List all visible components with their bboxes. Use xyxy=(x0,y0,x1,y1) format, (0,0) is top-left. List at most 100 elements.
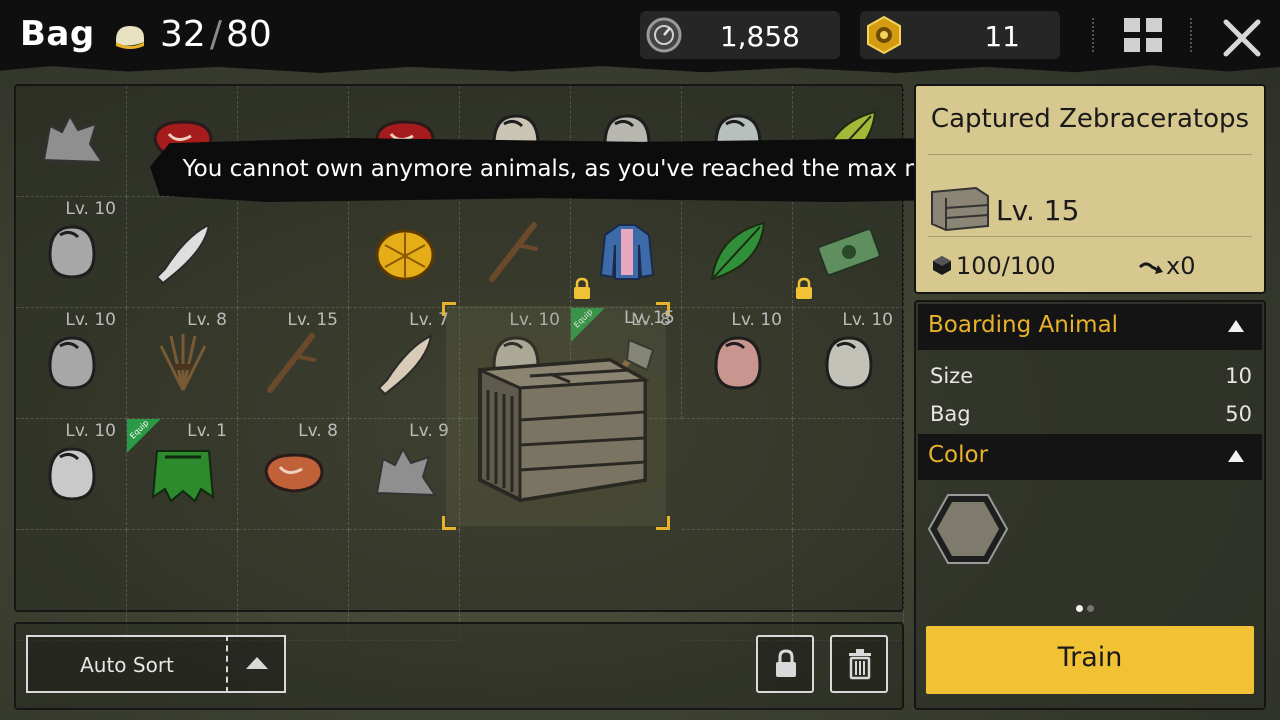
divider xyxy=(1190,18,1192,52)
item-level-label: Lv. 10 xyxy=(731,310,782,330)
page-indicator xyxy=(1076,597,1098,616)
inventory-slot[interactable]: Lv. 10 xyxy=(16,308,127,419)
stick-icon xyxy=(267,333,316,393)
auto-sort-label: Auto Sort xyxy=(80,653,174,677)
inventory-slot[interactable]: Lv. 9 xyxy=(349,419,460,530)
coin-counter[interactable]: 1,858 xyxy=(640,11,840,59)
inventory-slot[interactable] xyxy=(571,197,682,308)
inventory-slot[interactable]: Lv. 10 xyxy=(682,308,793,419)
inventory-slot[interactable]: Lv. 10 xyxy=(793,308,904,419)
item-level-label: Lv. 8 xyxy=(187,310,227,330)
selection-corner xyxy=(442,516,456,530)
inventory-slot[interactable] xyxy=(793,197,904,308)
selected-item-level: Lv. 15 xyxy=(624,308,675,328)
inventory-slot[interactable] xyxy=(16,86,127,197)
leather-hide-icon xyxy=(42,113,104,164)
item-level-label: Lv. 15 xyxy=(287,310,338,330)
equip-badge-label: Equip xyxy=(128,418,151,441)
item-name: Captured Zebraceratops xyxy=(930,104,1250,134)
selection-corner xyxy=(656,516,670,530)
arrow-curve-icon xyxy=(1138,262,1163,274)
stick-icon xyxy=(489,222,538,282)
divider xyxy=(928,236,1252,237)
trash-button[interactable] xyxy=(830,635,888,693)
inventory-slot-empty[interactable] xyxy=(682,419,793,530)
egg-icon xyxy=(714,336,762,390)
capacity-current: 32 xyxy=(160,14,206,55)
cash-bundle-icon xyxy=(817,228,881,276)
stat-bag: Bag 50 xyxy=(930,402,1252,426)
inventory-slot-empty[interactable] xyxy=(793,419,904,530)
inventory-slot[interactable] xyxy=(127,197,238,308)
inventory-slot[interactable] xyxy=(238,197,349,308)
wooden-crate-icon xyxy=(931,186,989,232)
grid-menu-icon[interactable] xyxy=(1122,16,1164,56)
inventory-slot[interactable]: Lv. 8 xyxy=(127,308,238,419)
chevron-up-icon xyxy=(246,657,268,669)
selection-corner xyxy=(442,302,456,316)
padlock-icon xyxy=(796,277,812,299)
egg-icon xyxy=(825,336,873,390)
capacity-max: 80 xyxy=(225,14,272,55)
token-counter[interactable]: 11 xyxy=(860,11,1060,59)
stat-label: Size xyxy=(930,364,974,388)
jacket-icon xyxy=(599,224,655,280)
close-icon[interactable] xyxy=(1220,16,1264,60)
inventory-slot[interactable]: Lv. 10 xyxy=(16,419,127,530)
divider xyxy=(1092,18,1094,52)
inventory-slot[interactable]: Lv. 15 xyxy=(238,308,349,419)
inventory-slot[interactable]: Lv. 10 xyxy=(16,197,127,308)
equip-badge: Equip xyxy=(127,418,161,453)
item-detail-card: Captured Zebraceratops Lv. 15 100/100 x0 xyxy=(914,84,1266,294)
train-button[interactable]: Train xyxy=(926,626,1254,694)
egg-icon xyxy=(48,336,96,390)
item-level-label: Lv. 1 xyxy=(187,421,227,441)
inventory-slot[interactable] xyxy=(682,197,793,308)
color-section-header[interactable]: Color xyxy=(918,434,1262,480)
color-swatch-hexagon[interactable] xyxy=(926,492,1010,566)
egg-icon xyxy=(48,447,96,501)
inventory-slot[interactable]: Lv. 1 Equip xyxy=(127,418,238,530)
item-level-label: Lv. 9 xyxy=(409,421,449,441)
boarding-section-title: Boarding Animal xyxy=(928,312,1119,338)
item-level-label: Lv. 10 xyxy=(65,421,116,441)
item-level-label: Lv. 8 xyxy=(298,421,338,441)
bone-club-icon xyxy=(377,334,433,396)
coin-icon xyxy=(646,17,682,53)
stat-label: Bag xyxy=(930,402,971,426)
stat-size: Size 10 xyxy=(930,364,1252,388)
auto-sort-button[interactable]: Auto Sort xyxy=(26,635,226,693)
gear-token-icon xyxy=(867,15,901,55)
sort-options-toggle[interactable] xyxy=(226,635,286,693)
egg-icon xyxy=(48,225,96,279)
inventory-slot[interactable] xyxy=(460,197,571,308)
inventory-slot[interactable]: Lv. 8 xyxy=(238,419,349,530)
coin-value: 1,858 xyxy=(719,20,800,53)
capacity-separator: / xyxy=(209,14,222,55)
capacity-value: 100/100 xyxy=(956,252,1056,280)
cooked-meat-icon xyxy=(264,453,324,493)
trash-icon xyxy=(849,649,871,680)
box-icon xyxy=(933,256,951,275)
token-value: 11 xyxy=(984,20,1020,53)
color-section-title: Color xyxy=(928,442,989,468)
lock-button[interactable] xyxy=(756,635,814,693)
divider xyxy=(928,154,1252,155)
page-dot xyxy=(1087,605,1094,612)
boarding-section-header[interactable]: Boarding Animal xyxy=(918,304,1262,350)
chevron-up-icon xyxy=(1228,450,1244,462)
item-level-label: Lv. 10 xyxy=(842,310,893,330)
page-dot-active xyxy=(1076,605,1083,612)
page-title: Bag xyxy=(20,14,95,54)
item-capacity: 100/100 xyxy=(930,252,1056,280)
padlock-icon xyxy=(574,277,590,299)
item-level-label: Lv. 10 xyxy=(65,310,116,330)
stat-value: 10 xyxy=(1225,364,1252,388)
lock-icon xyxy=(776,649,796,677)
inventory-slot[interactable]: Lv. 7 xyxy=(349,308,460,419)
bag-capacity-icon xyxy=(116,26,144,49)
inventory-slot[interactable] xyxy=(349,197,460,308)
leather-hide-icon xyxy=(375,446,437,497)
stat-value: 50 xyxy=(1225,402,1252,426)
item-multiplier: x0 xyxy=(1138,252,1195,280)
